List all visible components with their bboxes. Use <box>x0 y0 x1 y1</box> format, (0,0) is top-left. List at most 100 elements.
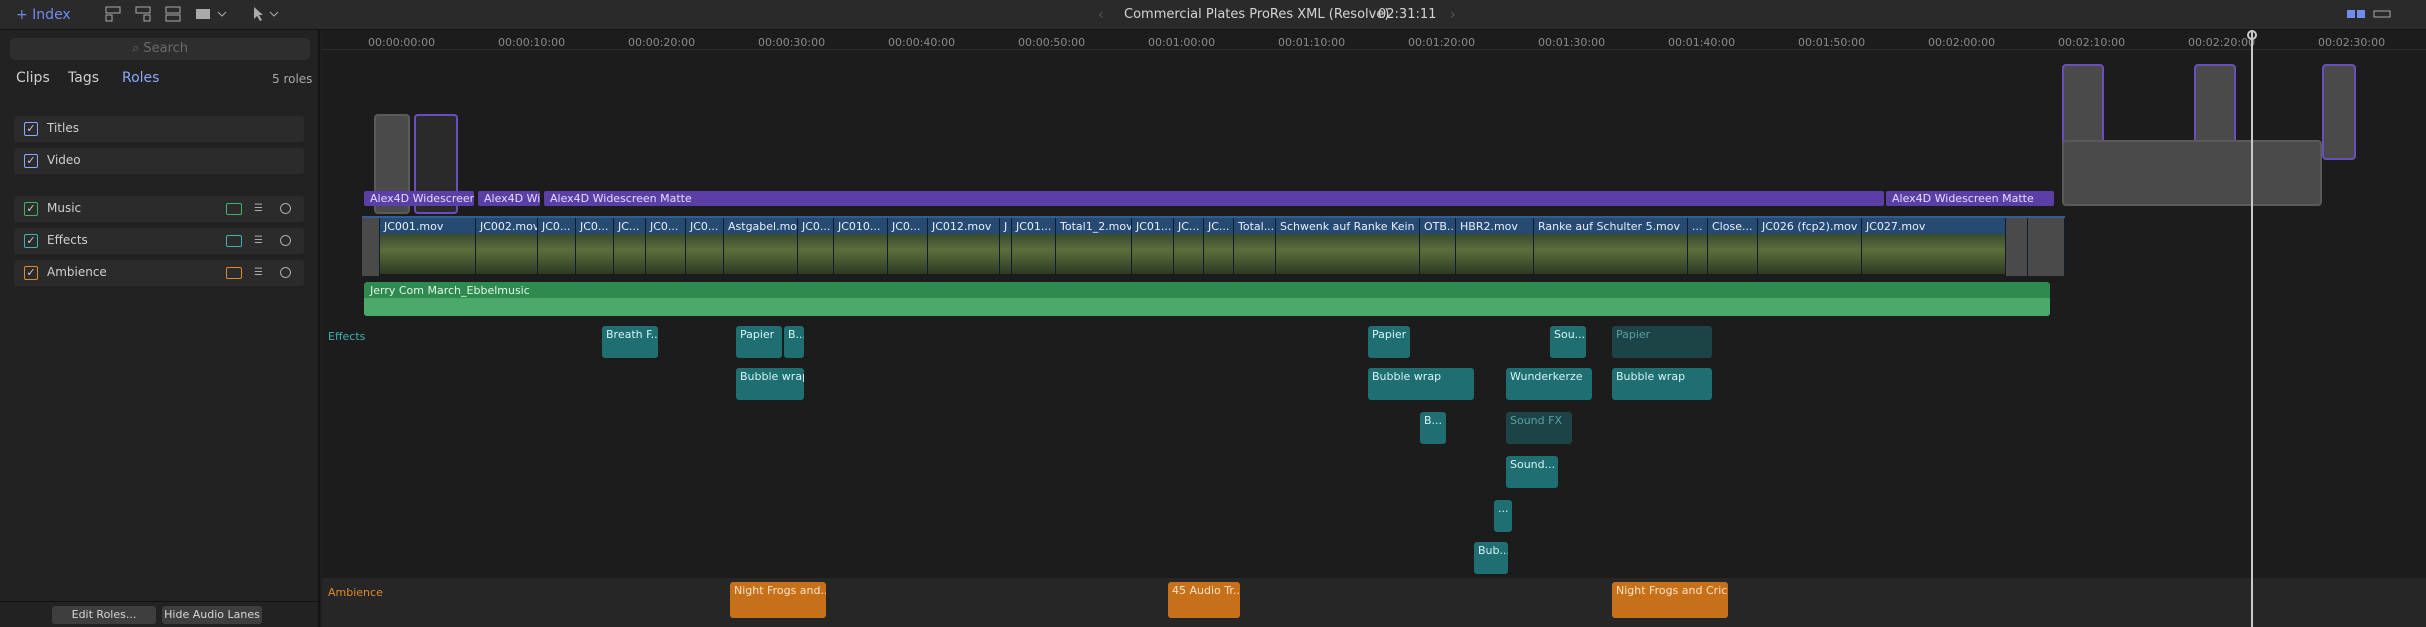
video-clip[interactable]: OTB... <box>1420 218 1456 276</box>
title-clip[interactable]: Alex4D Widescreen Matte <box>544 191 1884 206</box>
tab-tags[interactable]: Tags <box>68 70 99 86</box>
video-clip[interactable]: Close... <box>1708 218 1758 276</box>
video-clip[interactable]: JC0... <box>686 218 724 276</box>
ruler-tick: 00:00:20:00 <box>628 36 696 49</box>
video-clip[interactable]: JC012.mov <box>928 218 1000 276</box>
music-clip[interactable]: Jerry Com March_Ebbelmusic <box>364 282 2050 316</box>
back-arrow-icon[interactable]: ‹ <box>1098 0 1104 30</box>
video-clip[interactable]: JC0... <box>646 218 686 276</box>
video-clip[interactable]: JC027.mov <box>1862 218 2006 276</box>
search-placeholder: Search <box>143 41 189 56</box>
effects-clip[interactable]: Bubble wrap <box>1612 368 1712 400</box>
effects-clip[interactable]: Wunderkerze <box>1506 368 1592 400</box>
index-button[interactable]: + Index <box>16 0 71 30</box>
transition-icon[interactable] <box>2006 218 2028 276</box>
video-clip[interactable]: JC01... <box>1132 218 1174 276</box>
effects-clip[interactable]: Papier <box>1368 326 1410 358</box>
effects-checkbox[interactable]: ✓ <box>24 234 38 248</box>
solo-icon[interactable] <box>280 203 291 214</box>
role-row-titles[interactable]: ✓ Titles <box>14 116 304 142</box>
video-clip[interactable]: JC0... <box>576 218 614 276</box>
role-row-music[interactable]: ✓ Music ☰ <box>14 196 304 222</box>
effects-clip[interactable]: Sound FX <box>1506 412 1572 444</box>
ruler-tick: 00:01:50:00 <box>1798 36 1866 49</box>
effects-clip[interactable]: Papier <box>736 326 782 358</box>
search-icon: ⌕ <box>131 41 140 56</box>
ambience-clip[interactable]: Night Frogs and Cric... <box>1612 582 1728 618</box>
video-clip[interactable]: Schwenk auf Ranke Kein Ra... <box>1276 218 1420 276</box>
solo-icon[interactable] <box>280 267 291 278</box>
append-icon[interactable] <box>134 5 154 23</box>
effects-clip[interactable]: Bubble wrap <box>736 368 804 400</box>
timecode-ruler[interactable]: 00:00:00:00 00:00:10:00 00:00:20:00 00:0… <box>322 30 2426 50</box>
search-input[interactable]: ⌕ Search <box>10 38 310 60</box>
video-clip[interactable]: JC... <box>1174 218 1204 276</box>
lane-focus-icon[interactable] <box>226 235 242 247</box>
project-title: Commercial Plates ProRes XML (Resolve) <box>1124 7 1390 22</box>
subroles-icon[interactable]: ☰ <box>254 267 270 279</box>
effects-clip[interactable]: B... <box>784 326 804 358</box>
subroles-icon[interactable]: ☰ <box>254 235 270 247</box>
gap-clip[interactable] <box>2028 218 2065 276</box>
insert-icon[interactable] <box>164 5 184 23</box>
gap-clip[interactable] <box>362 218 380 276</box>
titles-checkbox[interactable]: ✓ <box>24 122 38 136</box>
video-clip[interactable]: JC002.mov <box>476 218 538 276</box>
overwrite-icon[interactable] <box>194 5 228 23</box>
hide-audio-lanes-button[interactable]: Hide Audio Lanes <box>162 606 262 624</box>
connected-clip-group[interactable] <box>2062 140 2322 206</box>
video-clip[interactable]: Astgabel.mov <box>724 218 798 276</box>
connected-clip[interactable] <box>2322 64 2356 160</box>
title-clip[interactable]: Alex4D Widescreen... <box>364 191 474 206</box>
lane-focus-icon[interactable] <box>226 267 242 279</box>
video-clip[interactable]: J <box>1000 218 1012 276</box>
effects-clip[interactable]: Sou... <box>1550 326 1586 358</box>
video-clip[interactable]: ... <box>1688 218 1708 276</box>
select-tool-icon[interactable] <box>250 5 284 23</box>
effects-clip[interactable]: Sound... <box>1506 456 1558 488</box>
role-row-effects[interactable]: ✓ Effects ☰ <box>14 228 304 254</box>
video-checkbox[interactable]: ✓ <box>24 154 38 168</box>
lane-focus-icon[interactable] <box>226 203 242 215</box>
video-clip[interactable]: JC001.mov <box>380 218 476 276</box>
music-checkbox[interactable]: ✓ <box>24 202 38 216</box>
effects-clip[interactable]: Bub... <box>1474 542 1508 574</box>
subroles-icon[interactable]: ☰ <box>254 203 270 215</box>
clip-appearance-icon[interactable] <box>104 5 124 23</box>
skimming-icon[interactable] <box>2346 5 2366 23</box>
effects-clip[interactable]: Papier <box>1612 326 1712 358</box>
video-clip[interactable]: JC... <box>1204 218 1234 276</box>
ambience-clip[interactable]: 45 Audio Tr... <box>1168 582 1240 618</box>
video-clip[interactable]: JC... <box>614 218 646 276</box>
effects-clip[interactable]: ... <box>1494 500 1512 532</box>
video-clip[interactable]: Total1_2.mov <box>1056 218 1132 276</box>
video-clip[interactable]: JC0... <box>538 218 576 276</box>
primary-storyline[interactable]: JC001.mov JC002.mov JC0... JC0... JC... … <box>362 216 2065 276</box>
tab-clips[interactable]: Clips <box>16 70 50 86</box>
title-clip[interactable]: Alex4D Widescreen Matte <box>1886 191 2054 206</box>
title-clip[interactable]: Alex4D Wi... <box>478 191 540 206</box>
video-clip[interactable]: Total... <box>1234 218 1276 276</box>
ambience-checkbox[interactable]: ✓ <box>24 266 38 280</box>
effects-clip[interactable]: Breath F... <box>602 326 658 358</box>
zoom-icon[interactable] <box>2372 5 2392 23</box>
timeline[interactable]: 00:00:00:00 00:00:10:00 00:00:20:00 00:0… <box>322 30 2426 627</box>
video-clip[interactable]: JC026 (fcp2).mov <box>1758 218 1862 276</box>
video-clip[interactable]: JC0... <box>888 218 928 276</box>
ambience-clip[interactable]: Night Frogs and... <box>730 582 826 618</box>
video-clip[interactable]: JC0... <box>798 218 834 276</box>
forward-arrow-icon[interactable]: › <box>1450 0 1456 30</box>
effects-clip[interactable]: B... <box>1420 412 1446 444</box>
effects-clip[interactable]: Bubble wrap <box>1368 368 1474 400</box>
role-row-ambience[interactable]: ✓ Ambience ☰ <box>14 260 304 286</box>
tab-roles[interactable]: Roles <box>122 70 159 86</box>
edit-roles-button[interactable]: Edit Roles... <box>52 606 156 624</box>
video-clip[interactable]: Ranke auf Schulter 5.mov <box>1534 218 1688 276</box>
ruler-tick: 00:02:00:00 <box>1928 36 1996 49</box>
role-row-video[interactable]: ✓ Video <box>14 148 304 174</box>
video-clip[interactable]: HBR2.mov <box>1456 218 1534 276</box>
solo-icon[interactable] <box>280 235 291 246</box>
video-clip[interactable]: JC010... <box>834 218 888 276</box>
video-clip[interactable]: JC01... <box>1012 218 1056 276</box>
playhead[interactable] <box>2251 30 2253 627</box>
